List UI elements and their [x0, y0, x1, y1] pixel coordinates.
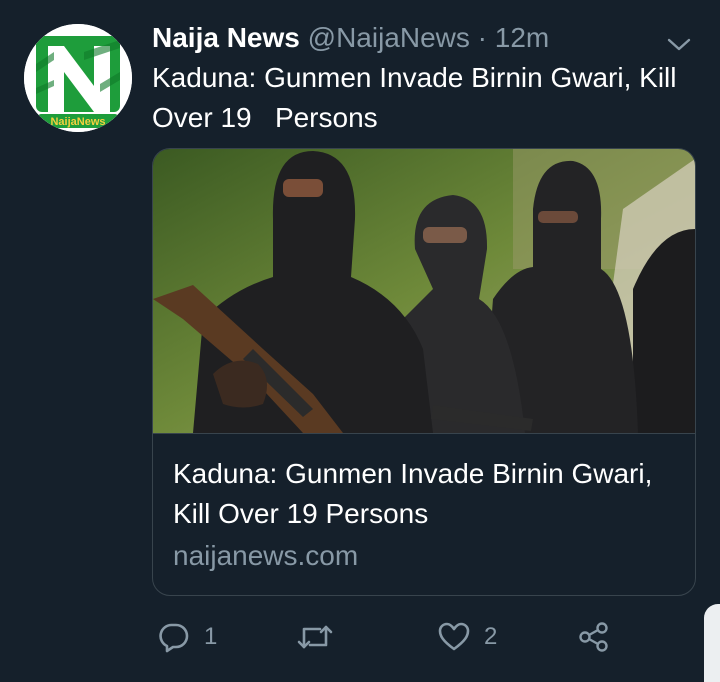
retweet-icon	[296, 621, 334, 653]
separator-dot: ·	[477, 22, 487, 53]
like-button[interactable]: 2	[438, 612, 497, 662]
author-name[interactable]: Naija News	[152, 22, 300, 53]
avatar[interactable]: NaijaNews	[24, 24, 132, 132]
retweet-button[interactable]	[296, 612, 334, 662]
naija-news-logo: NaijaNews	[24, 24, 132, 132]
share-button[interactable]	[578, 612, 610, 662]
chevron-down-icon[interactable]	[666, 26, 692, 51]
tweet-text: Kaduna: Gunmen Invade Birnin Gwari, Kill…	[152, 62, 685, 133]
tweet-actions: 1 2	[152, 612, 700, 662]
card-domain: naijanews.com	[173, 540, 359, 571]
screen-edge	[704, 604, 720, 682]
tweet-header: Naija News @NaijaNews · 12m	[152, 18, 696, 58]
reply-icon	[158, 621, 190, 653]
card-image	[153, 149, 695, 433]
avatar-logo-text: NaijaNews	[50, 116, 105, 128]
reply-button[interactable]: 1	[158, 612, 217, 662]
tweet[interactable]: NaijaNews Naija News @NaijaNews · 12m Ka…	[0, 0, 720, 682]
tweet-timestamp[interactable]: 12m	[495, 22, 549, 53]
link-card[interactable]: Kaduna: Gunmen Invade Birnin Gwari, Kill…	[152, 148, 696, 596]
share-icon	[578, 621, 610, 653]
like-icon	[438, 622, 470, 652]
author-handle[interactable]: @NaijaNews	[308, 22, 470, 53]
reply-count: 1	[204, 623, 218, 650]
card-title: Kaduna: Gunmen Invade Birnin Gwari, Kill…	[173, 458, 653, 529]
like-count: 2	[484, 623, 498, 650]
card-body: Kaduna: Gunmen Invade Birnin Gwari, Kill…	[153, 433, 695, 595]
